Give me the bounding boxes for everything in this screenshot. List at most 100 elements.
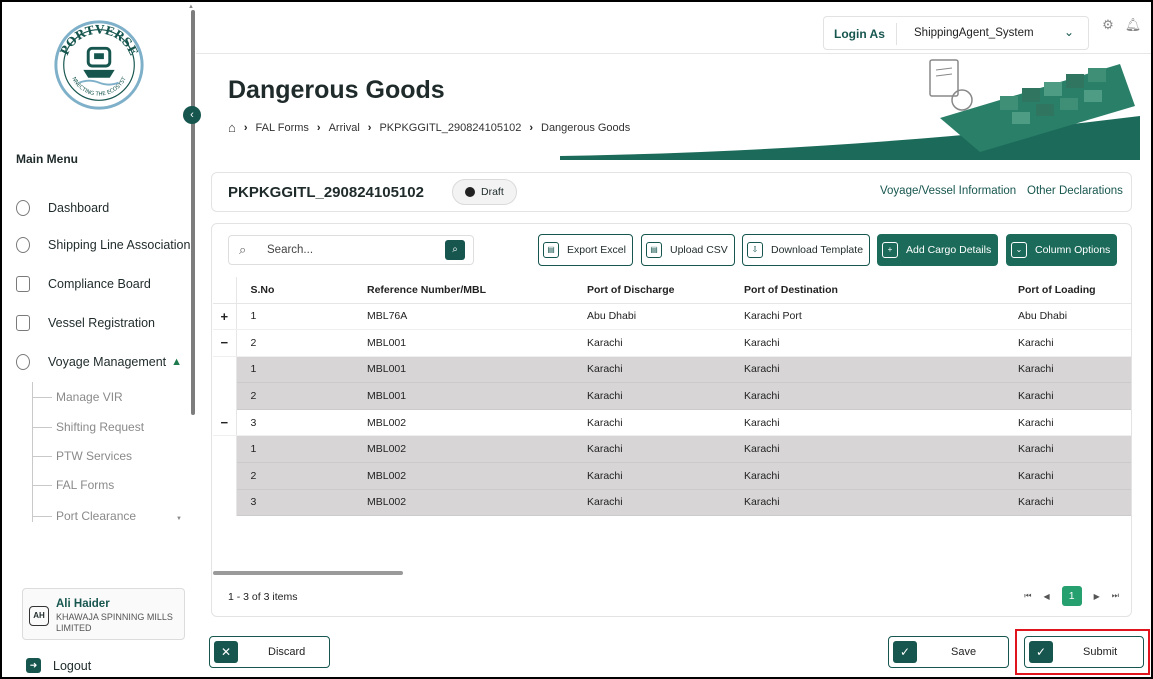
breadcrumb-arrival[interactable]: Arrival bbox=[329, 122, 360, 134]
breadcrumb-separator: › bbox=[529, 121, 533, 134]
cell-port-of-discharge: Karachi bbox=[575, 382, 732, 410]
cell-port-of-destination: Karachi Port bbox=[732, 303, 1006, 331]
top-bar: Login As ShippingAgent_System ⌄ ⚙ 🔔︎ bbox=[196, 4, 1151, 54]
cell-reference: MBL001 bbox=[353, 356, 575, 384]
table-row[interactable]: +1 MBL76A Abu Dhabi Karachi Port Abu Dhabi bbox=[213, 303, 1131, 331]
cell-port-of-loading: Karachi bbox=[1006, 382, 1131, 410]
table-row[interactable]: −2 MBL001 Karachi Karachi Karachi bbox=[213, 329, 1131, 357]
search-icon: ⌕ bbox=[239, 242, 247, 257]
collapse-row-button[interactable]: − bbox=[213, 409, 237, 437]
sidebar-subitem-fal-forms[interactable]: FAL Forms bbox=[32, 478, 114, 492]
pagination-info: 1 - 3 of 3 items bbox=[228, 591, 298, 603]
cell-port-of-discharge: Karachi bbox=[575, 329, 732, 357]
voyage-vessel-info-link[interactable]: Voyage/Vessel Information bbox=[880, 185, 1016, 197]
discard-button[interactable]: ✕ Discard bbox=[209, 636, 330, 668]
column-options-label: Column Options bbox=[1035, 244, 1111, 256]
cell-reference: MBL002 bbox=[353, 435, 575, 464]
status-label: Draft bbox=[481, 186, 504, 198]
save-label: Save bbox=[951, 646, 977, 658]
cell-port-of-discharge: Karachi bbox=[575, 409, 732, 437]
discard-label: Discard bbox=[268, 646, 306, 658]
sidebar-item-shipping-line-association[interactable]: Shipping Line Association bbox=[16, 233, 190, 257]
cell-reference: MBL001 bbox=[353, 329, 575, 357]
table-child-row[interactable]: 3 MBL002 Karachi Karachi Karachi bbox=[213, 489, 1131, 517]
sidebar-scrollbar[interactable] bbox=[191, 10, 195, 415]
table-child-row[interactable]: 2 MBL001 Karachi Karachi Karachi bbox=[213, 382, 1131, 410]
scroll-down-icon[interactable]: ▼ bbox=[176, 516, 182, 522]
sidebar-subitem-ptw-services[interactable]: PTW Services bbox=[32, 449, 132, 463]
breadcrumb-reference[interactable]: PKPKGGITL_290824105102 bbox=[379, 122, 521, 134]
table-child-row[interactable]: 2 MBL002 Karachi Karachi Karachi bbox=[213, 462, 1131, 490]
logout-button[interactable]: ➜ Logout bbox=[26, 658, 91, 673]
save-button[interactable]: ✓ Save bbox=[888, 636, 1009, 668]
table-child-row[interactable]: 1 MBL002 Karachi Karachi Karachi bbox=[213, 435, 1131, 464]
expand-row-button[interactable]: + bbox=[213, 303, 237, 331]
sidebar-item-compliance-board[interactable]: Compliance Board bbox=[16, 272, 151, 296]
login-as-select[interactable]: Login As ShippingAgent_System ⌄ bbox=[823, 16, 1089, 50]
cell-reference: MBL002 bbox=[353, 462, 575, 490]
association-icon bbox=[16, 237, 30, 253]
user-card[interactable]: AH Ali Haider KHAWAJA SPINNING MILLS LIM… bbox=[22, 588, 185, 640]
add-cargo-details-button[interactable]: + Add Cargo Details bbox=[877, 234, 999, 266]
sidebar-subitem-label: PTW Services bbox=[56, 449, 133, 463]
column-header-port-of-destination[interactable]: Port of Destination bbox=[732, 277, 1006, 304]
search-button[interactable]: ⌕ bbox=[445, 240, 465, 260]
main-menu-heading: Main Menu bbox=[16, 152, 78, 166]
download-template-button[interactable]: ⇩ Download Template bbox=[742, 234, 871, 266]
close-icon: ✕ bbox=[214, 641, 238, 663]
cell-sno: 2 bbox=[236, 462, 353, 490]
breadcrumb-fal-forms[interactable]: FAL Forms bbox=[256, 122, 309, 134]
breadcrumb-separator: › bbox=[243, 121, 248, 134]
bell-icon[interactable]: 🔔︎ bbox=[1124, 16, 1142, 34]
sidebar-item-vessel-registration[interactable]: Vessel Registration bbox=[16, 311, 155, 335]
expander-cell bbox=[213, 462, 237, 490]
cell-port-of-loading: Karachi bbox=[1006, 489, 1131, 517]
column-header-sno[interactable]: S.No bbox=[236, 277, 353, 304]
table-child-row[interactable]: 1 MBL001 Karachi Karachi Karachi bbox=[213, 356, 1131, 384]
table-row[interactable]: −3 MBL002 Karachi Karachi Karachi bbox=[213, 409, 1131, 437]
column-options-button[interactable]: ⌄ Column Options bbox=[1006, 234, 1118, 266]
cell-port-of-loading: Abu Dhabi bbox=[1006, 303, 1131, 331]
compass-icon bbox=[16, 354, 30, 370]
cell-port-of-discharge: Karachi bbox=[575, 489, 732, 517]
breadcrumb-separator: › bbox=[316, 121, 321, 134]
expander-cell bbox=[213, 489, 237, 516]
column-header-reference[interactable]: Reference Number/MBL bbox=[353, 277, 575, 304]
upload-csv-button[interactable]: ▤ Upload CSV bbox=[641, 234, 735, 266]
document-icon bbox=[16, 276, 30, 292]
column-header-port-of-discharge[interactable]: Port of Discharge bbox=[575, 277, 732, 304]
sidebar-subitem-port-clearance[interactable]: Port Clearance bbox=[32, 509, 136, 523]
collapse-row-button[interactable]: − bbox=[213, 329, 237, 357]
login-as-label: Login As bbox=[834, 27, 885, 41]
dashboard-icon bbox=[16, 200, 30, 216]
login-divider bbox=[896, 23, 897, 45]
settings-icon[interactable]: ⚙ bbox=[1099, 16, 1117, 34]
sidebar-subitem-label: Shifting Request bbox=[56, 420, 145, 434]
last-page-icon[interactable]: ⏭ bbox=[1112, 591, 1119, 601]
cell-sno: 2 bbox=[236, 329, 353, 357]
cell-reference: MBL76A bbox=[353, 303, 575, 331]
home-icon[interactable]: ⌂ bbox=[228, 120, 236, 135]
export-excel-button[interactable]: ▤ Export Excel bbox=[538, 234, 633, 266]
first-page-icon[interactable]: ⏮ bbox=[1024, 591, 1031, 601]
table-header-row: S.No Reference Number/MBL Port of Discha… bbox=[213, 277, 1131, 304]
submit-highlight-box bbox=[1015, 629, 1150, 675]
sidebar-subitem-shifting-request[interactable]: Shifting Request bbox=[32, 420, 144, 434]
sidebar-item-voyage-management[interactable]: Voyage Management ▲ bbox=[16, 350, 182, 374]
expander-cell bbox=[213, 435, 237, 463]
page-title: Dangerous Goods bbox=[228, 76, 445, 104]
sidebar-item-dashboard[interactable]: Dashboard bbox=[16, 196, 109, 220]
collapse-sidebar-button[interactable]: ‹ bbox=[183, 106, 201, 124]
sidebar-subitem-manage-vir[interactable]: Manage VIR bbox=[32, 390, 123, 404]
horizontal-scrollbar[interactable] bbox=[213, 571, 403, 575]
search-box[interactable]: ⌕ Search... ⌕ bbox=[228, 235, 474, 265]
search-input[interactable]: Search... bbox=[267, 244, 313, 256]
chevron-up-icon: ▲ bbox=[171, 356, 183, 368]
column-header-port-of-loading[interactable]: Port of Loading bbox=[1006, 277, 1131, 304]
next-page-icon[interactable]: ▶ bbox=[1094, 592, 1100, 601]
chevron-down-icon: ⌄ bbox=[1011, 242, 1027, 258]
excel-file-icon: ▤ bbox=[543, 242, 559, 258]
page-number-button[interactable]: 1 bbox=[1061, 586, 1082, 606]
other-declarations-link[interactable]: Other Declarations bbox=[1027, 185, 1123, 197]
previous-page-icon[interactable]: ◀ bbox=[1043, 592, 1049, 601]
